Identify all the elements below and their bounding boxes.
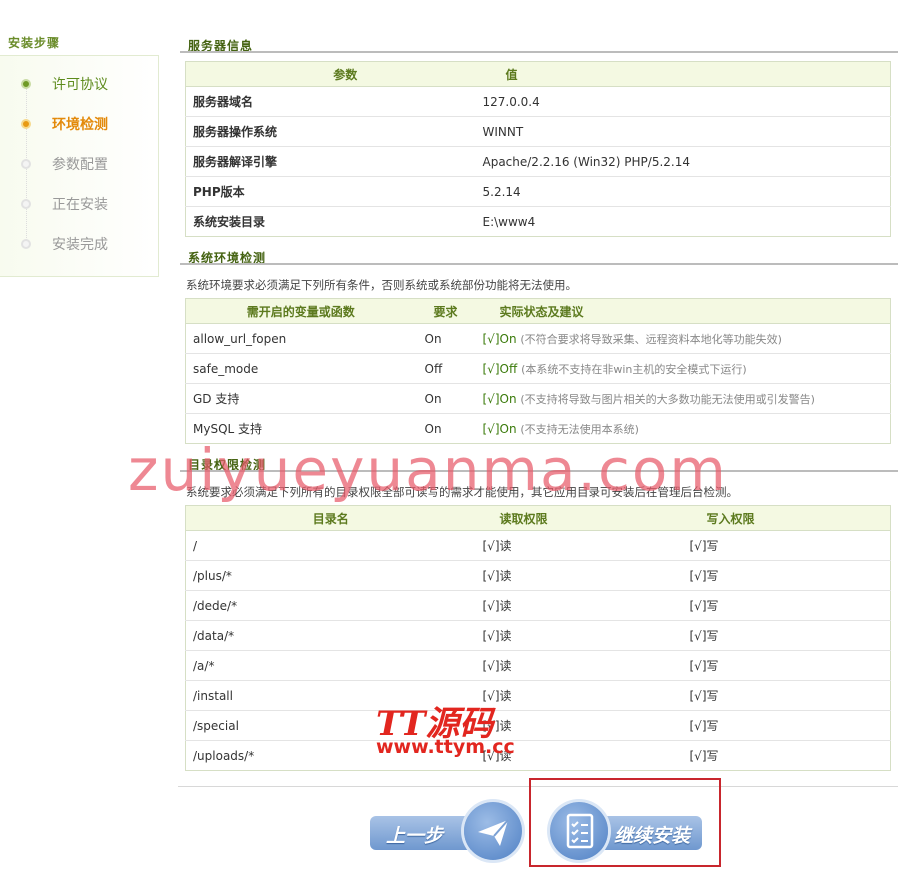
table-row: /special [√]读 [√]写 [185,710,891,741]
step-pending-icon [21,159,31,169]
param-name: 服务器操作系统 [185,116,476,147]
section-divider [180,263,898,265]
status-note: (本系统不支持在非win主机的安全模式下运行) [521,362,747,376]
env-status: [√]Off (本系统不支持在非win主机的安全模式下运行) [475,353,891,384]
table-row: /a/* [√]读 [√]写 [185,650,891,681]
status-ok: [√]On [482,391,517,406]
highlight-frame [529,778,721,867]
param-name: PHP版本 [185,176,476,207]
table-row: / [√]读 [√]写 [185,530,891,561]
write-permission: [√]写 [682,590,891,621]
param-value: WINNT [475,116,891,147]
env-status: [√]On (不支持将导致与图片相关的大多数功能无法使用或引发警告) [475,383,891,414]
status-ok: [√]On [482,421,517,436]
table-row: PHP版本 5.2.14 [185,176,891,207]
table-row: /install [√]读 [√]写 [185,680,891,711]
step-complete: 安装完成 [0,228,158,268]
param-name: 系统安装目录 [193,215,266,229]
table-row: /data/* [√]读 [√]写 [185,620,891,651]
read-permission: [√]读 [475,620,683,651]
read-permission: [√]读 [475,650,683,681]
column-header: 需开启的变量或函数 [185,298,416,324]
table-row: GD 支持 On [√]On (不支持将导致与图片相关的大多数功能无法使用或引发… [185,383,891,414]
write-permission: [√]写 [682,710,891,741]
env-status: [√]On (不符合要求将导致采集、远程资料本地化等功能失效) [475,323,891,354]
section-divider [180,51,898,53]
step-installing: 正在安装 [0,188,158,228]
env-name: GD 支持 [185,383,416,414]
dir-check-table: 目录名 读取权限 写入权限 / [√]读 [√]写 /plus/* [√]读 [… [185,505,891,771]
step-label: 参数配置 [52,157,108,173]
param-value: E:\www4 [482,214,536,229]
write-permission: [√]写 [682,560,891,591]
env-name: safe_mode [185,353,416,384]
param-value: 5.2.14 [475,176,891,207]
install-steps-panel: 许可协议 环境检测 参数配置 正在安装 安装完成 [0,55,159,277]
column-header: 参数 [185,61,476,87]
status-note: (不支持将导致与图片相关的大多数功能无法使用或引发警告) [520,392,815,406]
env-requirement: On [415,383,476,414]
step-current-icon [21,119,31,129]
table-row: 系统安装目录 E:\www4 [186,207,891,237]
write-permission: [√]写 [689,749,719,763]
env-check-table: 需开启的变量或函数 要求 实际状态及建议 allow_url_fopen On … [185,298,891,444]
column-header: 写入权限 [682,505,891,531]
write-permission: [√]写 [682,650,891,681]
table-row: /plus/* [√]读 [√]写 [185,560,891,591]
read-permission: [√]读 [475,530,683,561]
dir-name: /plus/* [185,560,476,591]
read-permission: [√]读 [475,560,683,591]
table-row: /dede/* [√]读 [√]写 [185,590,891,621]
sidebar-title: 安装步骤 [8,36,61,50]
step-label: 环境检测 [52,117,108,133]
brand-watermark: TT源码 www.ttym.cc [376,696,536,764]
env-check-desc: 系统环境要求必须满足下列所有条件，否则系统或系统部份功能将无法使用。 [186,278,577,292]
server-info-table: 参数 值 服务器域名 127.0.0.4 服务器操作系统 WINNT 服务器解译… [185,61,891,237]
env-requirement: Off [415,353,476,384]
step-label: 安装完成 [52,237,108,253]
step-license: 许可协议 [0,68,158,108]
column-header: 读取权限 [475,505,683,531]
table-row: 服务器操作系统 WINNT [185,116,891,147]
param-value: Apache/2.2.16 (Win32) PHP/5.2.14 [475,146,891,177]
status-ok: [√]On [482,331,517,346]
table-row: safe_mode Off [√]Off (本系统不支持在非win主机的安全模式… [185,353,891,384]
write-permission: [√]写 [682,530,891,561]
status-note: (不符合要求将导致采集、远程资料本地化等功能失效) [520,332,782,346]
column-header: 值 [475,61,891,87]
step-label: 正在安装 [52,197,108,213]
param-value: 127.0.0.4 [475,86,891,117]
write-permission: [√]写 [682,620,891,651]
prev-step-button[interactable]: 上一步 [370,800,526,864]
table-row: /uploads/* [√]读 [√]写 [186,741,891,771]
read-permission: [√]读 [475,590,683,621]
env-requirement: On [415,323,476,354]
param-name: 服务器域名 [185,86,476,117]
step-done-icon [21,79,31,89]
param-name: 服务器解译引擎 [185,146,476,177]
table-row: allow_url_fopen On [√]On (不符合要求将导致采集、远程资… [185,323,891,354]
step-pending-icon [21,239,31,249]
dir-name: /data/* [185,620,476,651]
step-pending-icon [21,199,31,209]
site-watermark: zuiyueyuanma.com [128,436,728,504]
status-note: (不支持无法使用本系统) [520,422,639,436]
dir-name: / [185,530,476,561]
dir-name: /dede/* [185,590,476,621]
paper-plane-icon [464,802,522,860]
column-header: 实际状态及建议 [475,298,891,324]
env-name: allow_url_fopen [185,323,416,354]
write-permission: [√]写 [682,680,891,711]
column-header: 目录名 [185,505,476,531]
prev-step-label: 上一步 [386,825,444,847]
step-config: 参数配置 [0,148,158,188]
table-row: 服务器解译引擎 Apache/2.2.16 (Win32) PHP/5.2.14 [185,146,891,177]
table-row: 服务器域名 127.0.0.4 [185,86,891,117]
column-header: 要求 [415,298,476,324]
step-label: 许可协议 [52,77,108,93]
dir-name: /a/* [185,650,476,681]
brand-url: www.ttym.cc [376,736,515,758]
step-env-check: 环境检测 [0,108,158,148]
status-ok: [√]Off [482,361,518,376]
